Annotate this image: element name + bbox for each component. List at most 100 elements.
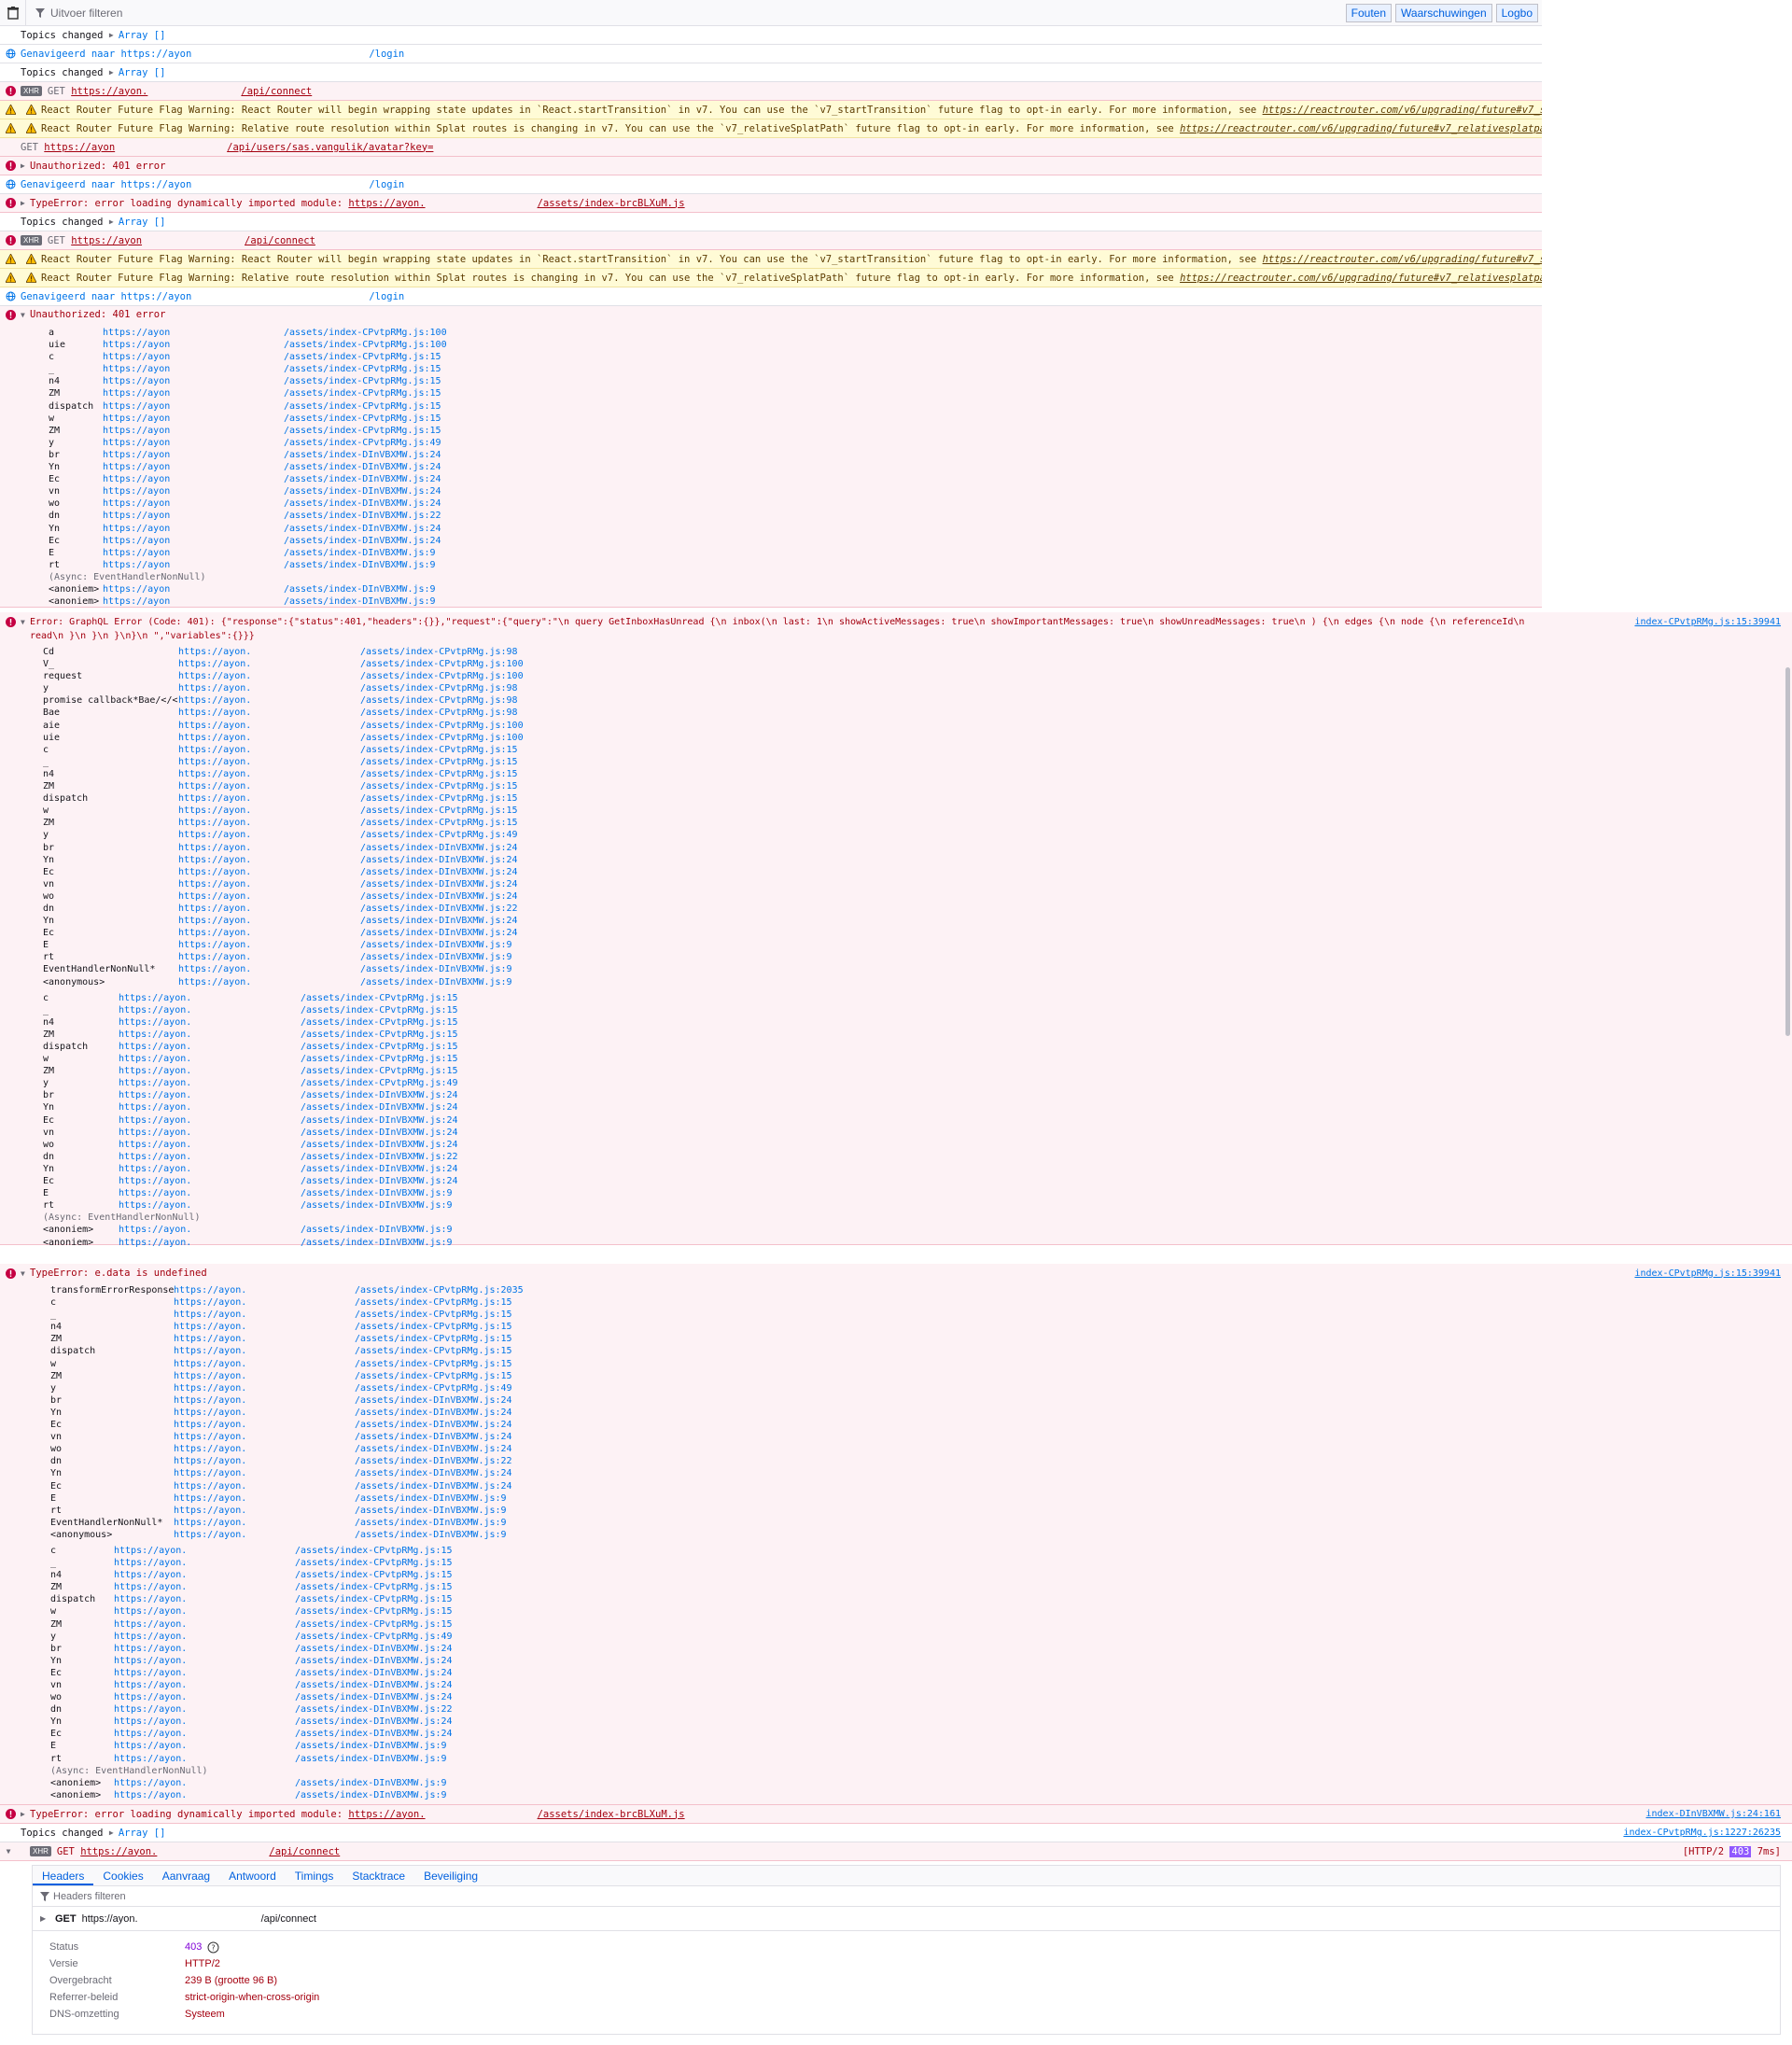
frame-path[interactable]: /assets/index-DInVBXMW.js:22 [295,1703,453,1716]
frame-path[interactable]: /assets/index-CPvtpRMg.js:15 [360,756,518,768]
stack-frame[interactable]: dispatch https://ayon./assets/index-CPvtp… [43,792,1792,805]
frame-host[interactable]: https://ayon. [178,939,360,951]
stack-frame[interactable]: dispatch https://ayon./assets/index-CPvtp… [50,1345,1792,1357]
frame-path[interactable]: /assets/index-DInVBXMW.js:24 [301,1114,458,1127]
frame-host[interactable]: https://ayon. [174,1419,355,1431]
frame-path[interactable]: /assets/index-DInVBXMW.js:9 [360,963,512,975]
stack-frame[interactable]: y https://ayon/assets/index-CPvtpRMg.js:4… [49,437,1542,449]
frame-host[interactable]: https://ayon. [114,1667,295,1679]
frame-host[interactable]: https://ayon. [178,878,360,890]
frame-path[interactable]: /assets/index-CPvtpRMg.js:15 [301,992,458,1004]
request-line[interactable]: ▶ GET https://ayon. /api/connect [33,1907,1780,1931]
expand-toggle-icon[interactable]: ▶ [21,199,30,207]
stack-frame[interactable]: br https://ayon./assets/index-DInVBXMW.js… [50,1643,1792,1655]
filter-logs-button[interactable]: Logbo [1495,3,1538,22]
frame-host[interactable]: https://ayon. [174,1321,355,1333]
frame-host[interactable]: https://ayon. [119,1077,301,1089]
frame-host[interactable]: https://ayon. [114,1655,295,1667]
stack-frame[interactable]: n4 https://ayon./assets/index-CPvtpRMg.js… [43,768,1792,780]
frame-path[interactable]: /assets/index-DInVBXMW.js:24 [284,473,441,485]
frame-host[interactable]: https://ayon. [114,1605,295,1618]
frame-path[interactable]: /assets/index-DInVBXMW.js:24 [301,1101,458,1114]
frame-host[interactable]: https://ayon. [174,1467,355,1479]
collapse-toggle-icon[interactable]: ▼ [21,618,30,626]
request-path[interactable]: /api/users/sas.vangulik/avatar?key= [227,142,433,153]
frame-path[interactable]: /assets/index-DInVBXMW.js:24 [360,854,518,866]
frame-host[interactable]: https://ayon. [119,1101,301,1114]
frame-path[interactable]: /assets/index-CPvtpRMg.js:15 [284,413,441,425]
frame-host[interactable]: https://ayon. [119,1016,301,1029]
frame-path[interactable]: /assets/index-CPvtpRMg.js:98 [360,707,518,719]
frame-host[interactable]: https://ayon. [178,866,360,878]
frame-host[interactable]: https://ayon [103,461,284,473]
frame-host[interactable]: https://ayon. [178,682,360,694]
stack-frame[interactable]: Ehttps://ayon./assets/index-DInVBXMW.js:… [43,939,1792,951]
frame-path[interactable]: /assets/index-DInVBXMW.js:9 [355,1529,507,1541]
stack-frame[interactable]: dispatch https://ayon./assets/index-CPvtp… [50,1593,1792,1605]
frame-host[interactable]: https://ayon. [174,1394,355,1407]
stack-frame[interactable]: br https://ayon./assets/index-DInVBXMW.js… [43,842,1792,854]
frame-host[interactable]: https://ayon. [178,732,360,744]
frame-host[interactable]: https://ayon. [114,1691,295,1703]
frame-host[interactable]: https://ayon. [119,1163,301,1175]
module-url[interactable]: https://ayon. [348,1809,425,1820]
frame-path[interactable]: /assets/index-CPvtpRMg.js:15 [301,1016,458,1029]
frame-path[interactable]: /assets/index-CPvtpRMg.js:98 [360,646,518,658]
frame-host[interactable]: https://ayon [103,497,284,510]
frame-path[interactable]: /assets/index-DInVBXMW.js:24 [284,535,441,547]
stack-frame[interactable]: n4 https://ayon/assets/index-CPvtpRMg.js:… [49,375,1542,387]
frame-host[interactable]: https://ayon. [178,854,360,866]
frame-host[interactable]: https://ayon. [114,1753,295,1765]
frame-host[interactable]: https://ayon. [174,1480,355,1492]
expand-toggle-icon[interactable]: ▶ [40,1914,49,1923]
frame-host[interactable]: https://ayon. [174,1296,355,1309]
frame-host[interactable]: https://ayon. [114,1643,295,1655]
frame-host[interactable]: https://ayon. [178,915,360,927]
frame-path[interactable]: /assets/index-CPvtpRMg.js:49 [295,1631,453,1643]
frame-host[interactable]: https://ayon. [119,1139,301,1151]
frame-host[interactable]: https://ayon. [174,1431,355,1443]
frame-path[interactable]: /assets/index-CPvtpRMg.js:15 [360,780,518,792]
stack-frame[interactable]: dn https://ayon./assets/index-DInVBXMW.js… [50,1703,1792,1716]
frame-path[interactable]: /assets/index-CPvtpRMg.js:98 [360,682,518,694]
frame-host[interactable]: https://ayon. [114,1593,295,1605]
frame-path[interactable]: /assets/index-DInVBXMW.js:24 [284,461,441,473]
frame-host[interactable]: https://ayon. [119,992,301,1004]
frame-host[interactable]: https://ayon. [114,1679,295,1691]
frame-path[interactable]: /assets/index-DInVBXMW.js:9 [360,951,512,963]
frame-host[interactable]: https://ayon. [174,1443,355,1455]
filter-errors-button[interactable]: Fouten [1345,3,1393,22]
stack-frame[interactable]: Ec https://ayon./assets/index-DInVBXMW.js… [50,1480,1792,1492]
frame-host[interactable]: https://ayon. [174,1407,355,1419]
stack-frame[interactable]: y https://ayon./assets/index-CPvtpRMg.js:… [50,1631,1792,1643]
collapse-toggle-icon[interactable]: ▼ [0,1847,17,1856]
stack-frame[interactable]: rt https://ayon./assets/index-DInVBXMW.js… [50,1505,1792,1517]
frame-host[interactable]: https://ayon. [174,1455,355,1467]
stack-frame[interactable]: ZM https://ayon./assets/index-CPvtpRMg.js… [43,817,1792,829]
frame-host[interactable]: https://ayon. [178,658,360,670]
frame-path[interactable]: /assets/index-CPvtpRMg.js:15 [360,792,518,805]
stack-frame[interactable]: w https://ayon./assets/index-CPvtpRMg.js:… [50,1358,1792,1370]
object-preview[interactable]: Array [] [119,217,166,228]
frame-path[interactable]: /assets/index-CPvtpRMg.js:49 [301,1077,458,1089]
stack-frame[interactable]: _ https://ayon/assets/index-CPvtpRMg.js:1… [49,363,1542,375]
frame-path[interactable]: /assets/index-CPvtpRMg.js:15 [355,1345,512,1357]
frame-host[interactable]: https://ayon [103,583,284,595]
frame-path[interactable]: /assets/index-CPvtpRMg.js:15 [355,1358,512,1370]
frame-host[interactable]: https://ayon [103,547,284,559]
stack-frame[interactable]: Ec https://ayon./assets/index-DInVBXMW.js… [50,1419,1792,1431]
source-link[interactable]: index-CPvtpRMg.js:1227:26235 [1623,1828,1781,1838]
stack-frame[interactable]: Ec https://ayon./assets/index-DInVBXMW.js… [50,1728,1792,1740]
frame-host[interactable]: https://ayon. [174,1529,355,1541]
stack-frame[interactable]: <anoniem> https://ayon./assets/index-DInV… [50,1777,1792,1789]
frame-path[interactable]: /assets/index-CPvtpRMg.js:15 [284,387,441,399]
frame-path[interactable]: /assets/index-CPvtpRMg.js:15 [301,1029,458,1041]
frame-host[interactable]: https://ayon. [178,829,360,841]
frame-host[interactable]: https://ayon. [174,1370,355,1382]
frame-path[interactable]: /assets/index-DInVBXMW.js:24 [355,1419,512,1431]
frame-path[interactable]: /assets/index-DInVBXMW.js:24 [355,1431,512,1443]
frame-host[interactable]: https://ayon. [119,1114,301,1127]
stack-frame[interactable]: vn https://ayon./assets/index-DInVBXMW.js… [43,878,1792,890]
frame-path[interactable]: /assets/index-CPvtpRMg.js:15 [295,1581,453,1593]
tab-response[interactable]: Antwoord [219,1866,286,1885]
